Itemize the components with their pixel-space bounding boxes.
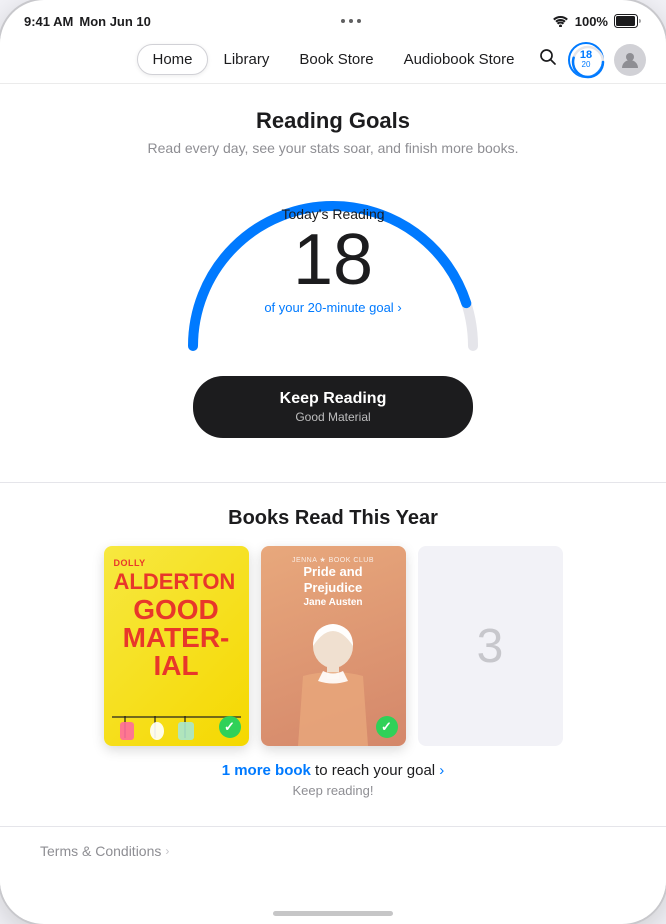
book2-check-badge: ✓ <box>376 716 398 738</box>
book-cover-1[interactable]: DOLLY ALDERTON GOOD MATER- IAL <box>104 546 249 746</box>
reading-goals-subtitle: Read every day, see your stats soar, and… <box>40 140 626 156</box>
laundry-line <box>112 716 241 718</box>
book2-series: JENNA ★ BOOK CLUB <box>271 556 396 564</box>
item-3 <box>178 722 194 740</box>
nav-item-library[interactable]: Library <box>210 45 284 74</box>
gauge-goal-chevron[interactable]: › <box>397 300 401 315</box>
status-time: 9:41 AM <box>24 14 73 29</box>
book-cover-2[interactable]: JENNA ★ BOOK CLUB Pride andPrejudice Jan… <box>261 546 406 746</box>
keep-reading-book-title: Good Material <box>253 410 413 424</box>
reading-progress-badge[interactable]: 18 20 <box>568 42 604 78</box>
reading-goals-title: Reading Goals <box>40 108 626 134</box>
item-2 <box>150 722 164 740</box>
main-content: Reading Goals Read every day, see your s… <box>0 84 666 920</box>
book1-check-badge: ✓ <box>219 716 241 738</box>
book3-number: 3 <box>477 619 504 674</box>
nav-bar: Home Library Book Store Audiobook Store … <box>0 36 666 84</box>
status-bar: 9:41 AM Mon Jun 10 100% <box>0 0 666 36</box>
book1-main-title-2: MATER- <box>114 624 239 652</box>
item-1 <box>120 722 134 740</box>
reading-gauge: Today's Reading 18 of your 20-minute goa… <box>163 176 503 356</box>
books-cta-chevron: › <box>435 762 444 779</box>
book2-figure-svg <box>283 596 383 746</box>
battery-icon <box>614 14 642 28</box>
keep-reading-label: Keep Reading <box>253 390 413 408</box>
dot-2 <box>349 19 353 23</box>
status-date: Mon Jun 10 <box>79 14 151 29</box>
books-cta[interactable]: 1 more book to reach your goal › <box>40 762 626 779</box>
book1-main-title-3: IAL <box>114 652 239 680</box>
books-cta-highlight: 1 more book <box>222 762 311 779</box>
wifi-icon <box>552 15 569 27</box>
books-cta-rest: to reach your goal <box>311 762 435 779</box>
terms-link[interactable]: Terms & Conditions › <box>40 843 169 859</box>
terms-label: Terms & Conditions <box>40 843 161 859</box>
reading-badge-sub: 20 <box>582 61 591 69</box>
search-icon[interactable] <box>538 47 558 72</box>
gauge-minutes: 18 <box>233 224 433 296</box>
status-right: 100% <box>552 14 642 29</box>
reading-goals-section: Reading Goals Read every day, see your s… <box>0 84 666 458</box>
nav-item-audiobookstore[interactable]: Audiobook Store <box>390 45 529 74</box>
profile-icon[interactable] <box>614 44 646 76</box>
section-divider <box>0 482 666 483</box>
terms-section: Terms & Conditions › <box>0 826 666 873</box>
keep-reading-button[interactable]: Keep Reading Good Material <box>193 376 473 438</box>
nav-item-home[interactable]: Home <box>137 44 207 75</box>
books-row: DOLLY ALDERTON GOOD MATER- IAL <box>40 546 626 746</box>
books-section-title: Books Read This Year <box>40 507 626 530</box>
dot-1 <box>341 19 345 23</box>
book1-author: DOLLY <box>114 558 239 568</box>
dot-3 <box>357 19 361 23</box>
gauge-goal-label: of your 20-minute goal › <box>233 300 433 315</box>
book1-main-title: GOOD <box>114 596 239 624</box>
battery-level: 100% <box>575 14 608 29</box>
book-cover-3: 3 <box>418 546 563 746</box>
home-indicator <box>273 911 393 916</box>
ipad-frame: 9:41 AM Mon Jun 10 100% <box>0 0 666 924</box>
status-center-dots <box>341 19 361 23</box>
nav-item-bookstore[interactable]: Book Store <box>285 45 387 74</box>
nav-right: 18 20 <box>538 42 646 78</box>
book1-title: ALDERTON <box>114 570 239 594</box>
bottom-spacer <box>0 873 666 913</box>
gauge-center: Today's Reading 18 of your 20-minute goa… <box>233 206 433 315</box>
terms-chevron: › <box>165 844 169 858</box>
book2-title: Pride andPrejudice <box>271 564 396 595</box>
books-section: Books Read This Year DOLLY ALDERTON GOOD… <box>0 507 666 818</box>
books-cta-sub: Keep reading! <box>40 783 626 798</box>
